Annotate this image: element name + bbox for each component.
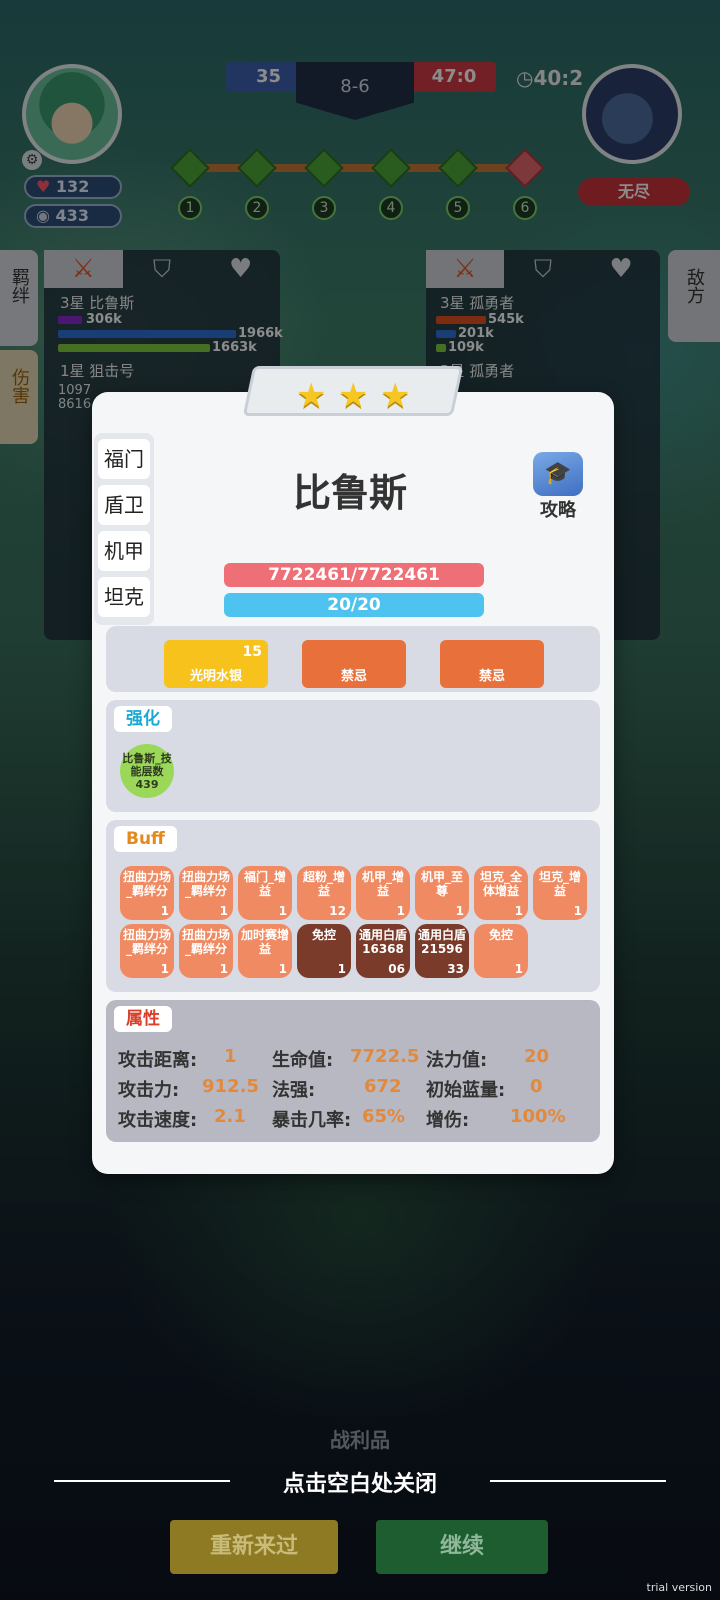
attr-value: 912.5 [202, 1076, 259, 1097]
buff-count: 1 [455, 904, 464, 918]
graduation-cap-icon: 🎓 [533, 452, 583, 496]
buff-label: 机甲_至尊 [420, 870, 463, 898]
buff-count: 1 [219, 962, 228, 976]
buff-item[interactable]: 通用白盾21596 33 [415, 924, 469, 978]
trait-item[interactable]: 坦克 [98, 577, 150, 617]
buff-label: 机甲_增益 [361, 870, 404, 898]
item-label: 禁忌 [340, 669, 367, 684]
buff-count: 1 [278, 904, 287, 918]
hero-hp-bar: 7722461/7722461 [224, 563, 484, 587]
buff-item[interactable]: 免控 1 [297, 924, 351, 978]
attr-label: 攻击速度: [118, 1110, 198, 1131]
item-card[interactable]: 禁忌 [302, 640, 406, 688]
buff-label: 扭曲力场_羁绊分 [123, 928, 172, 956]
guide-label: 攻略 [540, 500, 576, 521]
buff-item[interactable]: 扭曲力场_羁绊分 1 [120, 866, 174, 920]
buff-item[interactable]: 坦克_增益 1 [533, 866, 587, 920]
buff-item[interactable]: 超粉_增益 12 [297, 866, 351, 920]
item-card[interactable]: 禁忌 [440, 640, 544, 688]
attr-label: 攻击力: [118, 1080, 180, 1101]
buff-item[interactable]: 扭曲力场_羁绊分 1 [120, 924, 174, 978]
hero-name: 比鲁斯 [292, 471, 407, 515]
buff-label: 坦克_全体增益 [479, 870, 522, 898]
strengthen-label: 比鲁斯_技能层数 [122, 752, 172, 778]
buff-label: 扭曲力场_羁绊分 [123, 870, 172, 898]
strengthen-item[interactable]: 比鲁斯_技能层数 439 [120, 744, 174, 798]
attr-label: 初始蓝量: [426, 1080, 506, 1101]
retry-button[interactable]: 重新来过 [170, 1520, 338, 1574]
buff-count: 1 [278, 962, 287, 976]
item-count: 15 [242, 644, 262, 660]
continue-button[interactable]: 继续 [376, 1520, 548, 1574]
buff-item[interactable]: 福门_增益 1 [238, 866, 292, 920]
star-icon: ★ [380, 376, 411, 416]
strengthen-title: 强化 [114, 706, 172, 732]
attr-label: 法强: [272, 1080, 316, 1101]
buff-title: Buff [114, 826, 177, 852]
buff-item[interactable]: 坦克_全体增益 1 [474, 866, 528, 920]
buff-label: 福门_增益 [243, 870, 286, 898]
attr-title: 属性 [114, 1006, 172, 1032]
buff-label: 通用白盾16368 [359, 928, 408, 956]
attr-value: 100% [510, 1106, 566, 1127]
buff-item[interactable]: 免控 1 [474, 924, 528, 978]
buff-count: 1 [219, 904, 228, 918]
star-icon: ★ [338, 376, 369, 416]
buff-label: 超粉_增益 [302, 870, 345, 898]
attr-value: 65% [362, 1106, 406, 1127]
buff-item[interactable]: 加时赛增益 1 [238, 924, 292, 978]
buff-label: 扭曲力场_羁绊分 [182, 928, 231, 956]
buff-label: 通用白盾21596 [418, 928, 467, 956]
buff-count: 1 [514, 962, 523, 976]
trait-item[interactable]: 福门 [98, 439, 150, 479]
buff-count: 06 [388, 962, 405, 976]
attr-value: 7722.5 [350, 1046, 420, 1067]
buff-label: 加时赛增益 [241, 928, 290, 956]
attr-label: 生命值: [272, 1050, 334, 1071]
trait-item[interactable]: 盾卫 [98, 485, 150, 525]
buff-item[interactable]: 机甲_至尊 1 [415, 866, 469, 920]
item-card[interactable]: 15 光明水银 [164, 640, 268, 688]
attr-value: 1 [224, 1046, 237, 1067]
attr-value: 2.1 [214, 1106, 246, 1127]
buff-item[interactable]: 扭曲力场_羁绊分 1 [179, 866, 233, 920]
buff-label: 免控 [311, 928, 336, 942]
guide-button[interactable]: 🎓 攻略 [528, 452, 588, 522]
star-icon: ★ [296, 376, 327, 416]
buff-item[interactable]: 机甲_增益 1 [356, 866, 410, 920]
attr-label: 攻击距离: [118, 1050, 198, 1071]
buff-count: 1 [337, 962, 346, 976]
loot-label: 战利品 [330, 1428, 390, 1452]
watermark: trial version [646, 1581, 712, 1594]
buff-count: 33 [447, 962, 464, 976]
trait-item[interactable]: 机甲 [98, 531, 150, 571]
buff-count: 1 [396, 904, 405, 918]
buff-count: 12 [329, 904, 346, 918]
trait-list: 福门 盾卫 机甲 坦克 [94, 433, 154, 625]
buff-count: 1 [573, 904, 582, 918]
buff-label: 坦克_增益 [538, 870, 581, 898]
close-hint: 点击空白处关闭 [282, 1472, 437, 1497]
strengthen-count: 439 [135, 778, 159, 791]
buff-count: 1 [160, 904, 169, 918]
buff-label: 扭曲力场_羁绊分 [182, 870, 231, 898]
attr-label: 增伤: [426, 1110, 470, 1131]
buff-count: 1 [514, 904, 523, 918]
attr-label: 法力值: [426, 1050, 488, 1071]
item-label: 光明水银 [189, 669, 242, 684]
buff-item[interactable]: 通用白盾16368 06 [356, 924, 410, 978]
attr-value: 0 [530, 1076, 543, 1097]
hero-mana-bar: 20/20 [224, 593, 484, 617]
attr-value: 20 [524, 1046, 550, 1067]
buff-item[interactable]: 扭曲力场_羁绊分 1 [179, 924, 233, 978]
item-label: 禁忌 [478, 669, 505, 684]
attr-value: 672 [364, 1076, 402, 1097]
strengthen-section: 强化 [106, 700, 600, 812]
attr-label: 暴击几率: [272, 1110, 352, 1131]
buff-count: 1 [160, 962, 169, 976]
buff-label: 免控 [488, 928, 513, 942]
